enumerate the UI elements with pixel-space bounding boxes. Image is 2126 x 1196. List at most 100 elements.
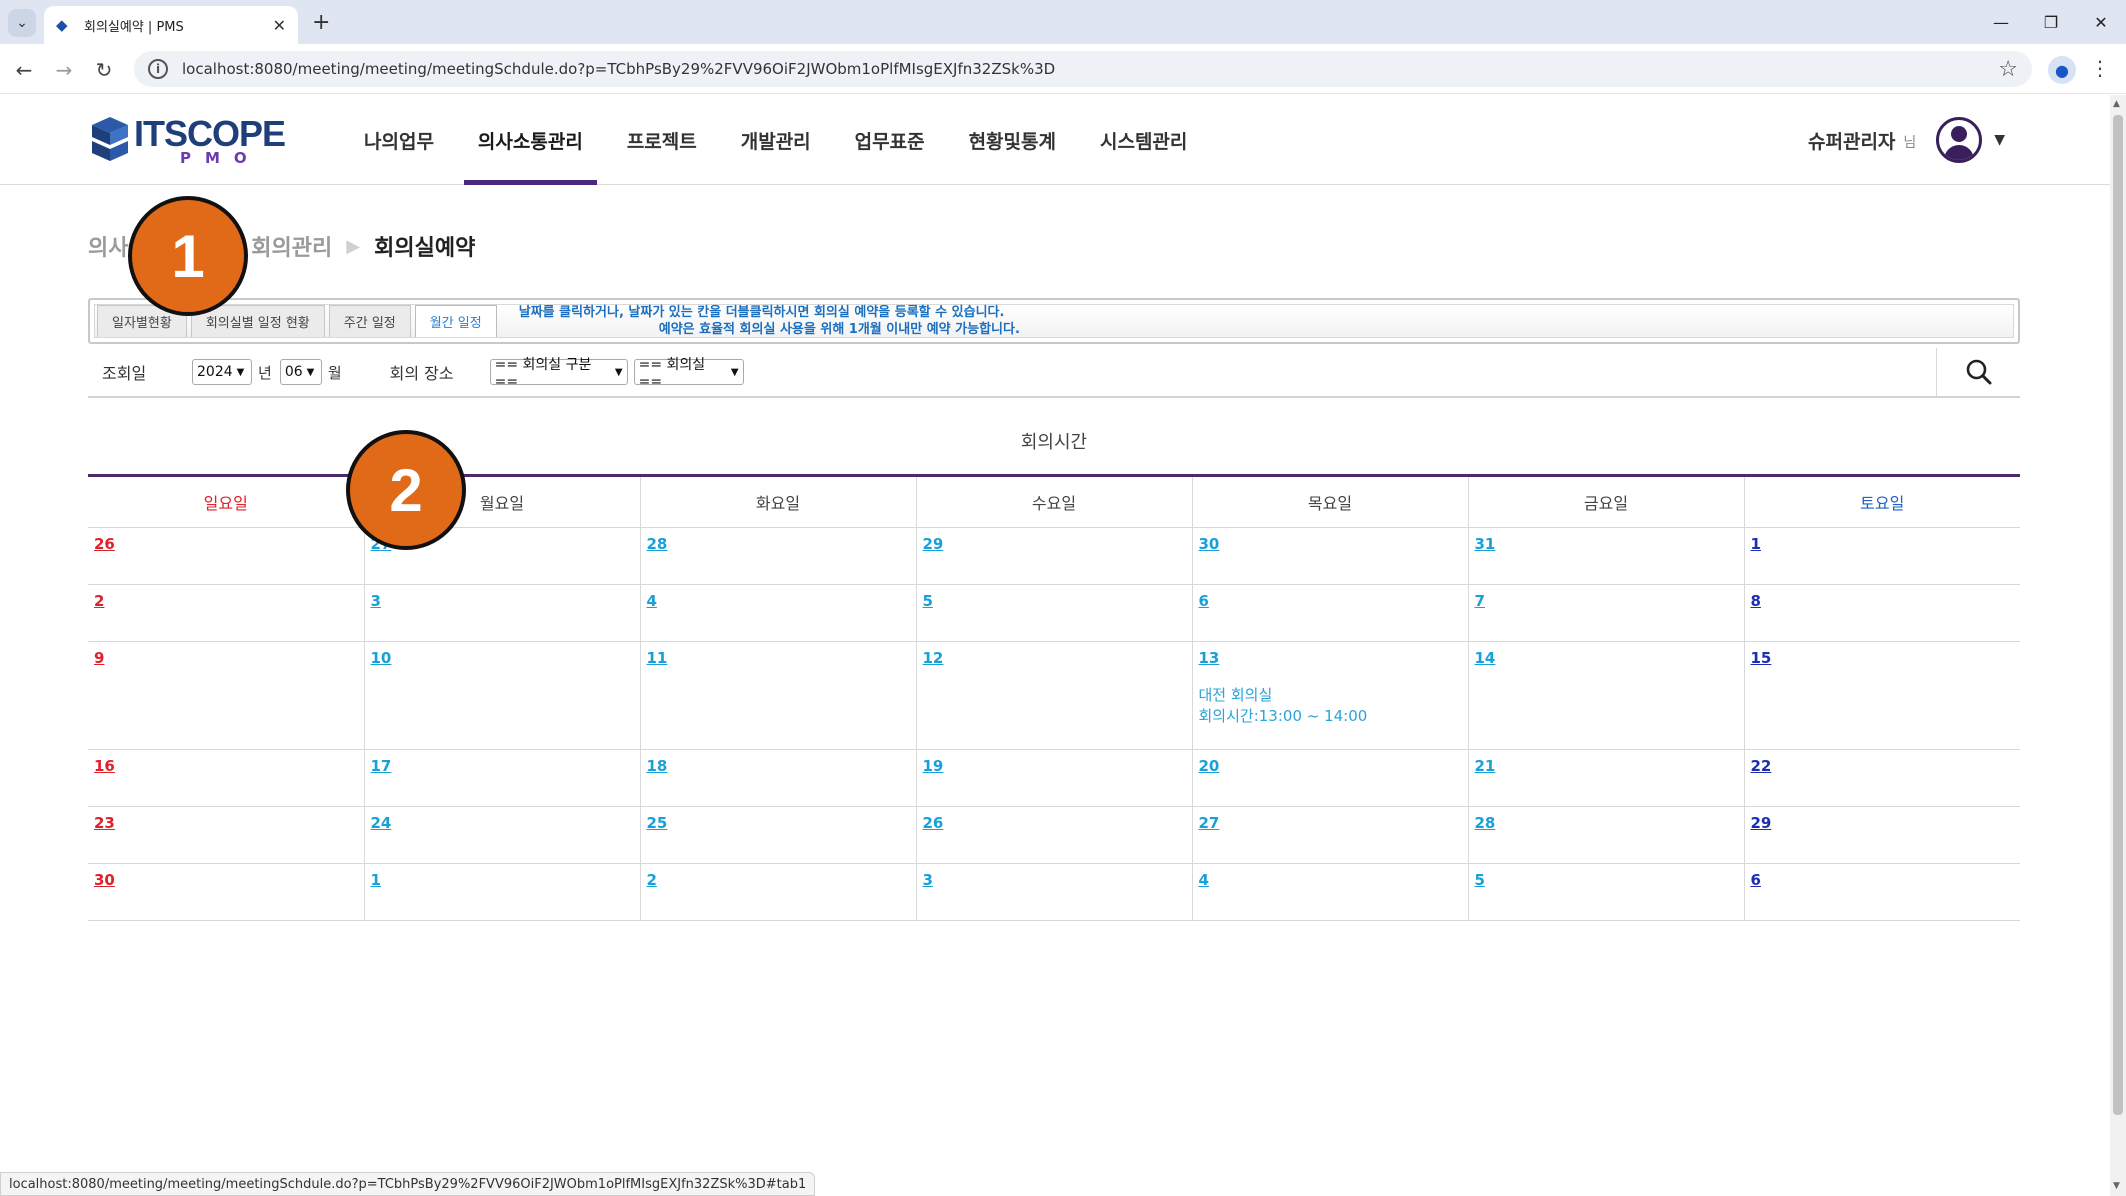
- bookmark-star-icon[interactable]: ☆: [1998, 57, 2018, 82]
- calendar-day-cell[interactable]: 23: [88, 806, 364, 864]
- day-number-link[interactable]: 25: [647, 814, 668, 832]
- calendar-day-cell[interactable]: 2: [88, 584, 364, 642]
- day-number-link[interactable]: 1: [1751, 535, 1761, 553]
- calendar-day-cell[interactable]: 14: [1467, 641, 1744, 750]
- user-menu[interactable]: 슈퍼관리자 님 ▼: [1808, 117, 2005, 163]
- day-number-link[interactable]: 26: [94, 535, 115, 553]
- day-number-link[interactable]: 11: [647, 649, 668, 667]
- browser-menu-icon[interactable]: ⋮: [2090, 56, 2110, 80]
- calendar-day-cell[interactable]: 28: [639, 527, 916, 585]
- day-number-link[interactable]: 15: [1751, 649, 1772, 667]
- calendar-day-cell[interactable]: 6: [1191, 584, 1468, 642]
- day-number-link[interactable]: 13: [1199, 649, 1220, 667]
- day-number-link[interactable]: 3: [371, 592, 381, 610]
- reservation-entry[interactable]: 대전 회의실 회의시간:13:00 ~ 14:00: [1199, 685, 1462, 727]
- calendar-day-cell[interactable]: 22: [1743, 749, 2020, 807]
- day-number-link[interactable]: 10: [371, 649, 392, 667]
- day-number-link[interactable]: 29: [1751, 814, 1772, 832]
- day-number-link[interactable]: 2: [647, 871, 657, 889]
- year-select[interactable]: 2024 ▼: [192, 359, 252, 385]
- day-number-link[interactable]: 28: [647, 535, 668, 553]
- calendar-day-cell[interactable]: 6: [1743, 863, 2020, 921]
- calendar-day-cell[interactable]: 1: [363, 863, 640, 921]
- calendar-day-cell[interactable]: 20: [1191, 749, 1468, 807]
- calendar-day-cell[interactable]: 29: [1743, 806, 2020, 864]
- room-type-select[interactable]: == 회의실 구분== ▼: [489, 357, 628, 390]
- forward-icon[interactable]: →: [50, 56, 78, 84]
- calendar-day-cell[interactable]: 27: [1191, 806, 1468, 864]
- calendar-day-cell[interactable]: 30: [88, 863, 364, 921]
- nav-menu-item[interactable]: 의사소통관리: [456, 95, 605, 185]
- browser-tab[interactable]: ◆ 회의실예약 | PMS ✕: [44, 6, 298, 44]
- tab-monthly-schedule[interactable]: 월간 일정: [414, 305, 497, 337]
- calendar-day-cell[interactable]: 26: [915, 806, 1192, 864]
- day-number-link[interactable]: 14: [1475, 649, 1496, 667]
- calendar-day-cell[interactable]: 13 대전 회의실 회의시간:13:00 ~ 14:00: [1191, 641, 1468, 750]
- calendar-day-cell[interactable]: 28: [1467, 806, 1744, 864]
- calendar-day-cell[interactable]: 8: [1743, 584, 2020, 642]
- day-number-link[interactable]: 9: [94, 649, 104, 667]
- day-number-link[interactable]: 7: [1475, 592, 1485, 610]
- nav-menu-item[interactable]: 개발관리: [719, 95, 833, 185]
- day-number-link[interactable]: 24: [371, 814, 392, 832]
- page-scrollbar[interactable]: ▲ ▼: [2110, 95, 2126, 1196]
- calendar-day-cell[interactable]: 24: [363, 806, 640, 864]
- day-number-link[interactable]: 4: [1199, 871, 1209, 889]
- day-number-link[interactable]: 29: [923, 535, 944, 553]
- nav-menu-item[interactable]: 프로젝트: [605, 95, 719, 185]
- day-number-link[interactable]: 3: [923, 871, 933, 889]
- calendar-day-cell[interactable]: 25: [639, 806, 916, 864]
- calendar-day-cell[interactable]: 29: [915, 527, 1192, 585]
- day-number-link[interactable]: 18: [647, 757, 668, 775]
- scroll-up-icon[interactable]: ▲: [2113, 99, 2120, 109]
- nav-menu-item[interactable]: 나의업무: [342, 95, 456, 185]
- nav-menu-item[interactable]: 현황및통계: [947, 95, 1078, 185]
- calendar-day-cell[interactable]: 12: [915, 641, 1192, 750]
- new-tab-button[interactable]: +: [312, 10, 330, 35]
- breadcrumb-item[interactable]: 회의관리: [251, 230, 332, 262]
- tab-search-button[interactable]: ⌄: [8, 9, 36, 37]
- calendar-day-cell[interactable]: 17: [363, 749, 640, 807]
- calendar-day-cell[interactable]: 4: [639, 584, 916, 642]
- day-number-link[interactable]: 20: [1199, 757, 1220, 775]
- restore-icon[interactable]: ❐: [2026, 0, 2076, 44]
- site-info-icon[interactable]: i: [148, 59, 168, 79]
- calendar-day-cell[interactable]: 26: [88, 527, 364, 585]
- day-number-link[interactable]: 31: [1475, 535, 1496, 553]
- calendar-day-cell[interactable]: 5: [915, 584, 1192, 642]
- day-number-link[interactable]: 19: [923, 757, 944, 775]
- day-number-link[interactable]: 17: [371, 757, 392, 775]
- calendar-day-cell[interactable]: 3: [915, 863, 1192, 921]
- day-number-link[interactable]: 8: [1751, 592, 1761, 610]
- month-select[interactable]: 06 ▼: [279, 359, 322, 385]
- profile-icon[interactable]: ●: [2048, 56, 2076, 84]
- day-number-link[interactable]: 6: [1199, 592, 1209, 610]
- calendar-day-cell[interactable]: 16: [88, 749, 364, 807]
- calendar-day-cell[interactable]: 9: [88, 641, 364, 750]
- room-select[interactable]: == 회의실 == ▼: [633, 357, 744, 390]
- avatar[interactable]: [1936, 117, 1983, 163]
- day-number-link[interactable]: 23: [94, 814, 115, 832]
- calendar-day-cell[interactable]: 4: [1191, 863, 1468, 921]
- day-number-link[interactable]: 21: [1475, 757, 1496, 775]
- calendar-day-cell[interactable]: 31: [1467, 527, 1744, 585]
- day-number-link[interactable]: 5: [923, 592, 933, 610]
- calendar-day-cell[interactable]: 15: [1743, 641, 2020, 750]
- reload-icon[interactable]: ↻: [90, 56, 118, 84]
- nav-menu-item[interactable]: 업무표준: [833, 95, 947, 185]
- calendar-day-cell[interactable]: 19: [915, 749, 1192, 807]
- search-button[interactable]: [1936, 348, 2020, 396]
- nav-menu-item[interactable]: 시스템관리: [1078, 95, 1209, 185]
- tab-weekly-schedule[interactable]: 주간 일정: [328, 305, 411, 337]
- calendar-day-cell[interactable]: 11: [639, 641, 916, 750]
- calendar-day-cell[interactable]: 7: [1467, 584, 1744, 642]
- day-number-link[interactable]: 22: [1751, 757, 1772, 775]
- day-number-link[interactable]: 16: [94, 757, 115, 775]
- day-number-link[interactable]: 1: [371, 871, 381, 889]
- day-number-link[interactable]: 27: [1199, 814, 1220, 832]
- calendar-day-cell[interactable]: 18: [639, 749, 916, 807]
- calendar-day-cell[interactable]: 30: [1191, 527, 1468, 585]
- day-number-link[interactable]: 26: [923, 814, 944, 832]
- close-icon[interactable]: ✕: [273, 16, 286, 35]
- scroll-down-icon[interactable]: ▼: [2113, 1181, 2120, 1191]
